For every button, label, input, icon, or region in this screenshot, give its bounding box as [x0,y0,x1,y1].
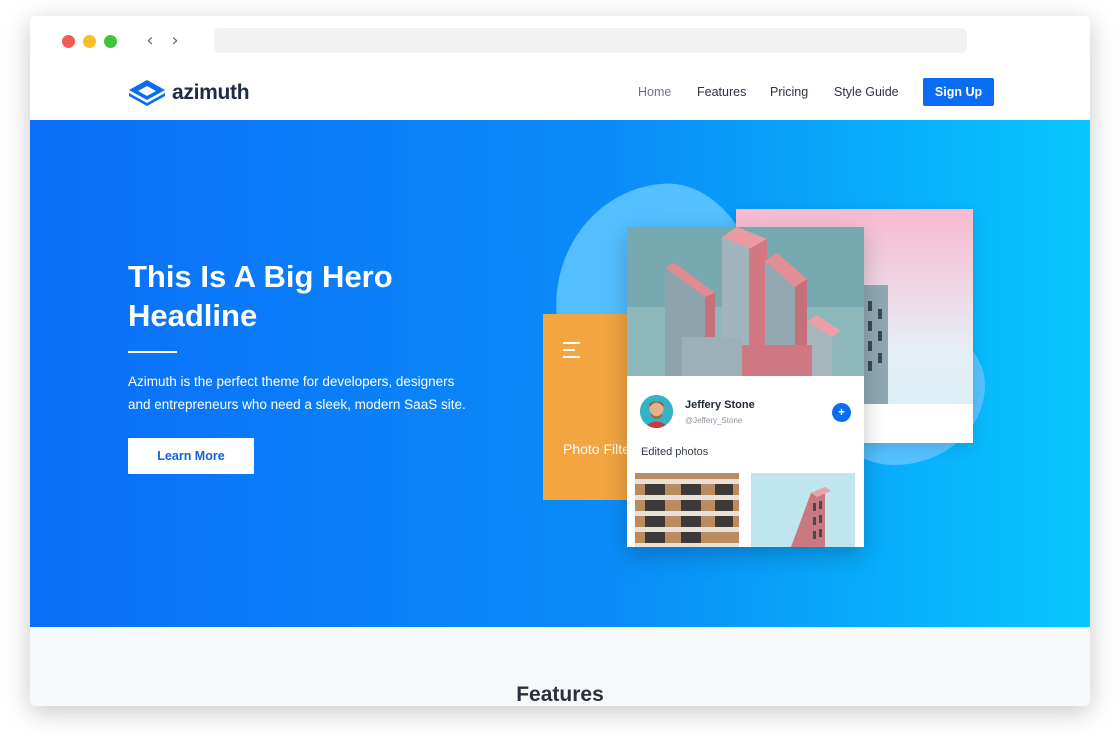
address-bar[interactable] [214,28,967,53]
browser-window: ‹ › azimuth Home Features Pricing Style … [30,16,1090,706]
nav-pricing[interactable]: Pricing [770,85,808,99]
edited-photos-label: Edited photos [641,446,709,458]
menu-icon [563,342,580,363]
profile-card: Jeffery Stone @Jeffery_Stone + Edited ph… [627,227,864,547]
hero-divider [128,351,177,353]
learn-more-button[interactable]: Learn More [128,438,254,474]
profile-handle: @Jeffery_Stone [685,416,743,425]
brand-logo[interactable]: azimuth [128,78,250,108]
site-header: azimuth Home Features Pricing Style Guid… [30,66,1090,120]
hero-section: This Is A Big Hero Headline Azimuth is t… [30,120,1090,627]
browser-toolbar: ‹ › [30,16,1090,66]
architecture-photo [627,227,864,376]
sign-up-button[interactable]: Sign Up [923,78,994,106]
plus-icon[interactable]: + [832,403,851,422]
nav-style-guide[interactable]: Style Guide [834,85,899,99]
chevron-left-icon[interactable]: ‹ [140,29,160,53]
hero-headline: This Is A Big Hero Headline [128,259,393,333]
profile-name: Jeffery Stone [685,399,755,411]
avatar[interactable] [640,395,673,428]
hero-description: Azimuth is the perfect theme for develop… [128,374,466,412]
minimize-window-button[interactable] [83,35,96,48]
brand-name: azimuth [172,81,250,104]
nav-home[interactable]: Home [638,85,671,99]
nav-features[interactable]: Features [697,85,746,99]
pink-tower-thumbnail[interactable] [751,473,855,547]
close-window-button[interactable] [62,35,75,48]
features-section: Features [30,627,1090,706]
azimuth-logo-icon [129,80,165,106]
orange-filter-card: Photo Filter Orange [543,314,640,500]
maximize-window-button[interactable] [104,35,117,48]
chevron-right-icon[interactable]: › [165,29,185,53]
avatar-photo [640,395,673,428]
balcony-building-thumbnail[interactable] [635,473,739,547]
features-heading: Features [516,683,604,706]
